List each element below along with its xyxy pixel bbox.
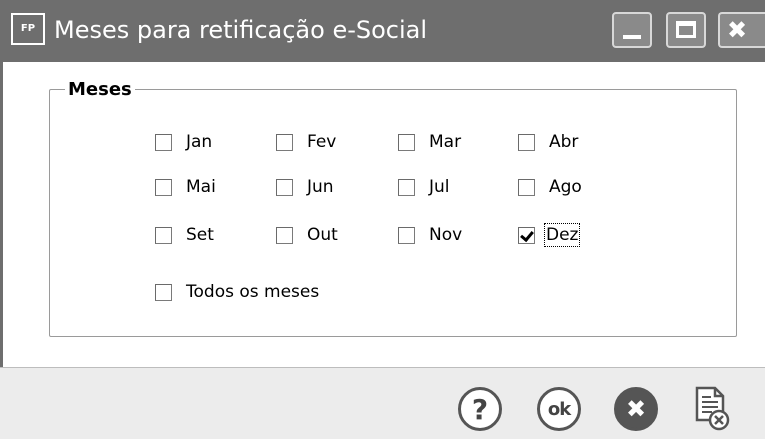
checkbox-set[interactable]: Set: [155, 224, 214, 246]
close-icon: ✖: [727, 16, 748, 44]
minimize-icon: [623, 35, 641, 39]
checkbox-box[interactable]: [518, 133, 535, 151]
checkbox-ago[interactable]: Ago: [518, 176, 582, 198]
checkbox-label: Dez: [543, 223, 581, 247]
window-title: Meses para retificação e-Social: [54, 16, 428, 44]
checkbox-box[interactable]: [398, 178, 415, 196]
help-icon: ?: [471, 392, 489, 426]
report-button[interactable]: [694, 386, 730, 432]
checkbox-box-checked[interactable]: [518, 226, 535, 244]
checkbox-jul[interactable]: Jul: [398, 176, 450, 198]
checkbox-box[interactable]: [276, 226, 293, 244]
checkbox-box[interactable]: [155, 226, 172, 244]
checkbox-box[interactable]: [518, 178, 535, 196]
months-group-legend: Meses: [65, 78, 135, 102]
checkbox-out[interactable]: Out: [276, 224, 338, 246]
app-icon: FP: [11, 13, 45, 45]
checkbox-abr[interactable]: Abr: [518, 131, 578, 153]
cancel-icon: ✖: [625, 395, 647, 423]
months-group: [49, 89, 737, 337]
help-button[interactable]: ?: [458, 387, 502, 431]
checkbox-label: Abr: [549, 132, 579, 152]
ok-icon: ok: [547, 398, 571, 420]
checkbox-jun[interactable]: Jun: [276, 176, 334, 198]
checkbox-label: Nov: [429, 225, 463, 245]
checkbox-mai[interactable]: Mai: [155, 176, 216, 198]
checkbox-label: Jul: [429, 177, 450, 197]
checkbox-box[interactable]: [276, 133, 293, 151]
checkbox-label: Out: [307, 225, 338, 245]
checkbox-dez[interactable]: Dez: [518, 223, 581, 247]
checkbox-box[interactable]: [155, 133, 172, 151]
ok-button[interactable]: ok: [537, 387, 581, 431]
title-bar[interactable]: FP Meses para retificação e-Social ✖: [0, 0, 765, 62]
minimize-button[interactable]: [612, 12, 652, 48]
cancel-button[interactable]: ✖: [614, 387, 658, 431]
checkbox-jan[interactable]: Jan: [155, 131, 212, 153]
checkbox-nov[interactable]: Nov: [398, 224, 462, 246]
checkbox-label: Set: [186, 225, 214, 245]
checkbox-box[interactable]: [276, 178, 293, 196]
checkbox-box[interactable]: [398, 226, 415, 244]
checkbox-label: Jan: [186, 132, 213, 152]
checkbox-label: Ago: [549, 177, 582, 197]
checkbox-label: Todos os meses: [186, 282, 320, 302]
checkbox-label: Jun: [307, 177, 334, 197]
checkbox-label: Fev: [307, 132, 337, 152]
checkbox-box[interactable]: [155, 178, 172, 196]
checkbox-label: Mai: [186, 177, 216, 197]
maximize-button[interactable]: [666, 12, 706, 48]
dialog-window: FP Meses para retificação e-Social ✖ Mes…: [0, 0, 765, 439]
report-icon: [695, 386, 730, 431]
checkbox-mar[interactable]: Mar: [398, 131, 461, 153]
checkbox-box[interactable]: [155, 283, 172, 301]
maximize-icon: [676, 21, 696, 38]
checkbox-box[interactable]: [398, 133, 415, 151]
close-button[interactable]: ✖: [718, 12, 765, 48]
checkbox-todos-os-meses[interactable]: Todos os meses: [155, 281, 319, 303]
checkbox-label: Mar: [429, 132, 462, 152]
checkbox-fev[interactable]: Fev: [276, 131, 336, 153]
